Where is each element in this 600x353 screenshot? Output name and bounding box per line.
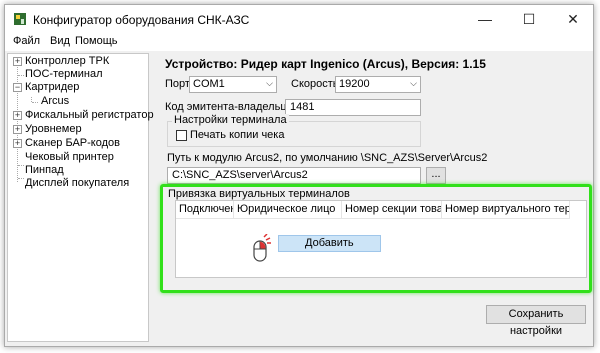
tree-item-arcus[interactable]: Arcus bbox=[41, 95, 69, 107]
tree-item-level-gauge[interactable]: Уровнемер bbox=[25, 123, 82, 135]
title-bar: Конфигуратор оборудования СНК-АЗС — ☐ ✕ bbox=[5, 5, 593, 33]
close-button[interactable]: ✕ bbox=[553, 5, 593, 33]
window-title: Конфигуратор оборудования СНК-АЗС bbox=[33, 13, 250, 27]
speed-label: Скорость bbox=[291, 78, 339, 90]
maximize-button[interactable]: ☐ bbox=[509, 5, 549, 33]
browse-button[interactable]: ... bbox=[426, 167, 446, 184]
save-settings-button[interactable]: Сохранить настройки bbox=[486, 305, 586, 337]
tree-expander-level[interactable]: + bbox=[13, 125, 22, 134]
device-tree: + Контроллер ТРК ПОС-терминал − Картриде… bbox=[7, 53, 154, 342]
print-copy-label: Печать копии чека bbox=[190, 129, 285, 141]
speed-select[interactable]: 19200 ⌵ bbox=[335, 76, 421, 93]
chevron-down-icon: ⌵ bbox=[410, 78, 417, 88]
mouse-right-click-icon bbox=[253, 234, 271, 262]
tree-item-cardreader[interactable]: Картридер bbox=[25, 81, 79, 93]
tree-expander-trk[interactable]: + bbox=[13, 57, 22, 66]
main-window: Конфигуратор оборудования СНК-АЗС — ☐ ✕ … bbox=[4, 4, 594, 347]
app-icon bbox=[14, 13, 26, 25]
device-title: Устройство: Ридер карт Ingenico (Arcus),… bbox=[165, 57, 486, 71]
chevron-down-icon: ⌵ bbox=[266, 78, 273, 88]
port-label: Порт bbox=[165, 78, 190, 90]
menu-help[interactable]: Помощь bbox=[75, 35, 118, 47]
module-path-value: C:\SNC_AZS\server\Arcus2 bbox=[172, 169, 308, 181]
menu-view[interactable]: Вид bbox=[50, 35, 70, 47]
terminal-settings-caption: Настройки терминала bbox=[172, 114, 289, 126]
speed-value: 19200 bbox=[339, 78, 370, 90]
port-select[interactable]: COM1 ⌵ bbox=[189, 76, 277, 93]
context-menu-add[interactable]: Добавить bbox=[278, 235, 381, 252]
minimize-button[interactable]: — bbox=[465, 5, 505, 33]
tree-item-pinpad[interactable]: Пинпад bbox=[25, 164, 64, 176]
tree-item-fiscal-registrar[interactable]: Фискальный регистратор bbox=[25, 109, 154, 121]
port-value: COM1 bbox=[193, 78, 225, 90]
print-copy-checkbox[interactable] bbox=[176, 130, 187, 141]
tree-expander-cardreader[interactable]: − bbox=[13, 83, 22, 92]
menu-bar: Файл Вид Помощь bbox=[5, 33, 593, 51]
issuer-label: Код эмитента-владельца bbox=[165, 101, 293, 113]
tree-item-trk-controller[interactable]: Контроллер ТРК bbox=[25, 55, 109, 67]
tree-item-barcode-scanner[interactable]: Сканер БАР-кодов bbox=[25, 137, 120, 149]
issuer-code-field[interactable]: 1481 bbox=[285, 99, 421, 116]
module-path-field[interactable]: C:\SNC_AZS\server\Arcus2 bbox=[167, 167, 421, 184]
tree-item-customer-display[interactable]: Дисплей покупателя bbox=[25, 177, 129, 189]
tree-expander-fiscal[interactable]: + bbox=[13, 111, 22, 120]
issuer-code-value: 1481 bbox=[290, 101, 315, 113]
tree-item-pos-terminal[interactable]: ПОС-терминал bbox=[25, 68, 103, 80]
tree-item-receipt-printer[interactable]: Чековый принтер bbox=[25, 151, 114, 163]
module-path-label: Путь к модулю Arcus2, по умолчанию \SNC_… bbox=[167, 152, 488, 164]
menu-file[interactable]: Файл bbox=[13, 35, 40, 47]
tree-expander-scanner[interactable]: + bbox=[13, 139, 22, 148]
